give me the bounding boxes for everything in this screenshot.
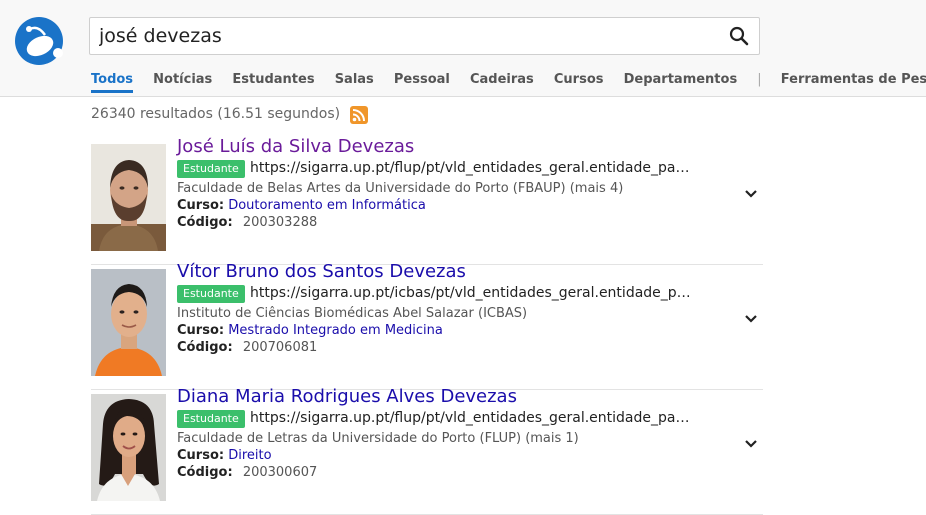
result-course-row: Curso: Doutoramento em Informática xyxy=(177,198,426,213)
search-input[interactable] xyxy=(99,18,709,54)
course-label: Curso: xyxy=(177,323,225,338)
result-title-link[interactable]: José Luís da Silva Devezas xyxy=(177,136,414,157)
header-bar: Todos Notícias Estudantes Salas Pessoal … xyxy=(0,0,926,97)
tab-divider: | xyxy=(757,72,762,87)
result-item: José Luís da Silva Devezas Estudante htt… xyxy=(91,136,763,265)
status-badge: Estudante xyxy=(177,410,245,428)
code-label: Código: xyxy=(177,465,233,480)
course-link[interactable]: Mestrado Integrado em Medicina xyxy=(228,323,443,338)
course-label: Curso: xyxy=(177,448,225,463)
results-stats: 26340 resultados (16.51 segundos) xyxy=(91,106,341,122)
code-label: Código: xyxy=(177,340,233,355)
result-url[interactable]: https://sigarra.up.pt/flup/pt/vld_entida… xyxy=(250,410,689,426)
result-course-row: Curso: Mestrado Integrado em Medicina xyxy=(177,323,443,338)
code-value: 200706081 xyxy=(242,340,318,355)
chevron-down-icon[interactable] xyxy=(742,185,760,203)
code-label: Código: xyxy=(177,215,233,230)
search-button[interactable] xyxy=(727,24,751,48)
tab-salas[interactable]: Salas xyxy=(335,72,374,93)
code-value: 200303288 xyxy=(242,215,318,230)
course-link[interactable]: Doutoramento em Informática xyxy=(228,198,426,213)
search-icon xyxy=(729,26,749,46)
search-tabs: Todos Notícias Estudantes Salas Pessoal … xyxy=(91,68,926,93)
chevron-down-icon[interactable] xyxy=(742,310,760,328)
result-title-link[interactable]: Vítor Bruno dos Santos Devezas xyxy=(177,261,466,282)
result-url[interactable]: https://sigarra.up.pt/icbas/pt/vld_entid… xyxy=(250,285,691,301)
result-faculty: Faculdade de Letras da Universidade do P… xyxy=(177,431,579,446)
result-code-row: Código: 200300607 xyxy=(177,465,317,480)
result-url[interactable]: https://sigarra.up.pt/flup/pt/vld_entida… xyxy=(250,160,689,176)
tab-cadeiras[interactable]: Cadeiras xyxy=(470,72,534,93)
status-badge: Estudante xyxy=(177,285,245,303)
result-course-row: Curso: Direito xyxy=(177,448,272,463)
profile-photo[interactable] xyxy=(91,394,166,501)
tab-todos[interactable]: Todos xyxy=(91,72,134,93)
rss-icon[interactable] xyxy=(350,106,368,124)
profile-photo[interactable] xyxy=(91,144,166,251)
code-value: 200300607 xyxy=(242,465,318,480)
search-box xyxy=(89,17,760,55)
course-link[interactable]: Direito xyxy=(228,448,271,463)
mouse-logo-icon[interactable] xyxy=(13,15,65,65)
tab-departamentos[interactable]: Departamentos xyxy=(624,72,738,93)
result-item: Diana Maria Rodrigues Alves Devezas Estu… xyxy=(91,386,763,515)
tab-pessoal[interactable]: Pessoal xyxy=(394,72,450,93)
result-title-link[interactable]: Diana Maria Rodrigues Alves Devezas xyxy=(177,386,517,407)
profile-photo[interactable] xyxy=(91,269,166,376)
chevron-down-icon[interactable] xyxy=(742,435,760,453)
tab-cursos[interactable]: Cursos xyxy=(554,72,604,93)
status-badge: Estudante xyxy=(177,160,245,178)
tab-noticias[interactable]: Notícias xyxy=(153,72,212,93)
result-item: Vítor Bruno dos Santos Devezas Estudante… xyxy=(91,261,763,390)
tab-ferramentas-de-pesquisa[interactable]: Ferramentas de Pesquisa xyxy=(781,72,926,93)
result-faculty: Instituto de Ciências Biomédicas Abel Sa… xyxy=(177,306,528,321)
result-faculty: Faculdade de Belas Artes da Universidade… xyxy=(177,181,624,196)
course-label: Curso: xyxy=(177,198,225,213)
result-code-row: Código: 200706081 xyxy=(177,340,317,355)
tab-estudantes[interactable]: Estudantes xyxy=(232,72,314,93)
result-code-row: Código: 200303288 xyxy=(177,215,317,230)
